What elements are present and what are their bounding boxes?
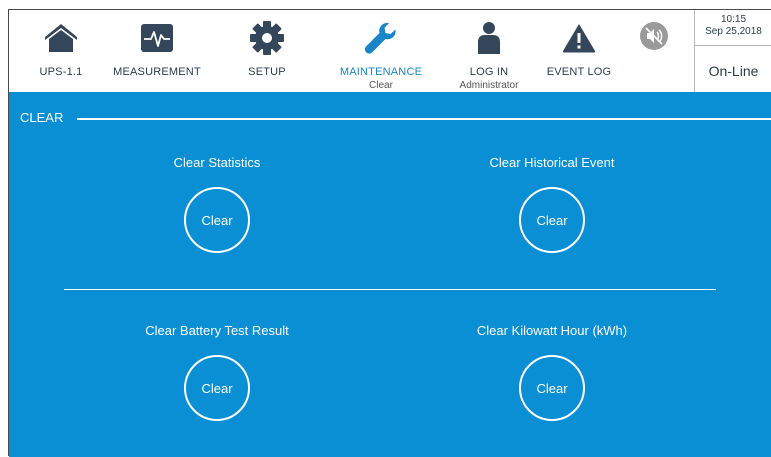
speaker-muted-icon xyxy=(639,18,669,54)
clear-battery-test-button[interactable]: Clear xyxy=(184,355,250,421)
time-text: 10:15 xyxy=(720,14,747,25)
nav-sublabel: Administrator xyxy=(459,80,519,91)
clear-battery-test-title: Clear Battery Test Result xyxy=(145,323,289,338)
nav-maintenance[interactable]: MAINTENANCE Clear xyxy=(331,10,431,92)
clear-historical-event-title: Clear Historical Event xyxy=(489,155,615,170)
home-icon xyxy=(44,20,78,56)
nav-sublabel: Clear xyxy=(369,80,393,91)
gear-icon xyxy=(250,20,284,56)
clear-historical-event-button[interactable]: Clear xyxy=(519,187,585,253)
status-panel: 10:15 Sep 25,2018 On-Line xyxy=(694,10,771,92)
app-frame: UPS-1.1 MEASUREMENT SETUP MAINTENANCE Cl… xyxy=(8,9,771,457)
date-text: Sep 25,2018 xyxy=(705,26,762,37)
wrench-icon xyxy=(363,20,399,56)
clear-battery-test-group: Clear Battery Test Result Clear xyxy=(67,323,367,421)
nav-login[interactable]: LOG IN Administrator xyxy=(449,10,529,92)
user-icon xyxy=(477,20,501,56)
middle-divider xyxy=(64,289,716,290)
nav-setup[interactable]: SETUP xyxy=(237,10,297,92)
clear-statistics-group: Clear Statistics Clear xyxy=(67,155,367,253)
nav-measurement[interactable]: MEASUREMENT xyxy=(101,10,213,92)
status-divider xyxy=(695,45,771,46)
nav-ups[interactable]: UPS-1.1 xyxy=(29,10,93,92)
clear-kwh-group: Clear Kilowatt Hour (kWh) Clear xyxy=(402,323,702,421)
nav-label: MEASUREMENT xyxy=(113,66,201,78)
clear-statistics-button[interactable]: Clear xyxy=(184,187,250,253)
clear-historical-event-group: Clear Historical Event Clear xyxy=(402,155,702,253)
top-navigation-bar: UPS-1.1 MEASUREMENT SETUP MAINTENANCE Cl… xyxy=(9,10,771,92)
nav-label: MAINTENANCE xyxy=(339,66,423,78)
clear-panel: CLEAR Clear Statistics Clear Clear Histo… xyxy=(9,92,771,457)
clear-kwh-title: Clear Kilowatt Hour (kWh) xyxy=(476,323,628,338)
pulse-icon xyxy=(140,20,174,56)
clear-statistics-title: Clear Statistics xyxy=(173,155,261,170)
nav-event-log[interactable]: EVENT LOG xyxy=(539,10,619,92)
nav-label: SETUP xyxy=(248,66,286,78)
nav-label: LOG IN xyxy=(469,66,509,78)
ups-status: On-Line xyxy=(708,63,759,79)
mute-button[interactable] xyxy=(634,10,674,92)
section-divider xyxy=(77,118,771,120)
warning-icon xyxy=(562,20,596,56)
nav-label: EVENT LOG xyxy=(546,66,612,78)
clock: 10:15 Sep 25,2018 xyxy=(695,14,771,38)
clear-kwh-button[interactable]: Clear xyxy=(519,355,585,421)
nav-label: UPS-1.1 xyxy=(39,66,83,78)
section-title: CLEAR xyxy=(20,110,64,125)
